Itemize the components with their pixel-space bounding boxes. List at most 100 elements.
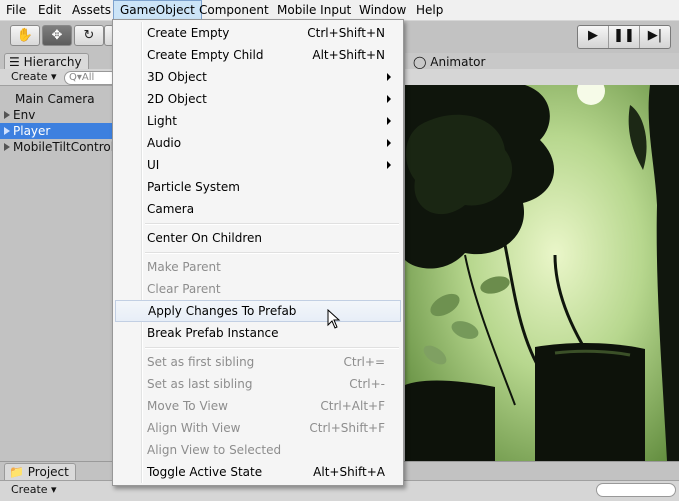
- project-tab-label: Project: [27, 465, 69, 479]
- menu-item-label: Move To View: [147, 399, 228, 413]
- move-icon: ✥: [51, 28, 63, 43]
- menu-item-shortcut: Ctrl+-: [349, 377, 385, 391]
- menu-item-set-last-sibling: Set as last sibling Ctrl+-: [115, 373, 401, 395]
- hierarchy-item-label: Env: [13, 108, 36, 122]
- hierarchy-item-mobile-tilt[interactable]: MobileTiltControll: [0, 139, 112, 155]
- hierarchy-item-label: Player: [13, 124, 51, 138]
- menu-item-label: Break Prefab Instance: [147, 326, 279, 340]
- menu-item-shortcut: Ctrl+=: [343, 355, 385, 369]
- menu-item-toggle-active-state[interactable]: Toggle Active State Alt+Shift+A: [115, 461, 401, 483]
- menu-item-shortcut: Ctrl+Shift+F: [309, 421, 385, 435]
- rotate-icon: ↻: [83, 28, 95, 43]
- menu-item-label: Apply Changes To Prefab: [148, 304, 297, 318]
- project-search-input[interactable]: [596, 483, 676, 497]
- mouse-cursor-icon: [327, 309, 341, 329]
- menu-window[interactable]: Window: [353, 0, 412, 20]
- menu-item-center-on-children[interactable]: Center On Children: [115, 227, 401, 249]
- rotate-tool-button[interactable]: ↻: [74, 25, 104, 46]
- menu-item-label: Clear Parent: [147, 282, 221, 296]
- tab-project[interactable]: 📁 Project: [4, 463, 76, 480]
- hierarchy-icon: ☰: [9, 55, 20, 69]
- menu-item-break-prefab-instance[interactable]: Break Prefab Instance: [115, 322, 401, 344]
- tab-animator[interactable]: ◯ Animator: [408, 53, 493, 70]
- animator-icon: ◯: [413, 55, 427, 69]
- menu-item-label: Light: [147, 114, 177, 128]
- menu-item-label: Center On Children: [147, 231, 262, 245]
- play-button[interactable]: ▶: [578, 26, 609, 48]
- menu-item-label: Camera: [147, 202, 195, 216]
- menu-file[interactable]: File: [0, 0, 32, 20]
- menu-item-label: 2D Object: [147, 92, 207, 106]
- menu-item-move-to-view: Move To View Ctrl+Alt+F: [115, 395, 401, 417]
- project-create-button[interactable]: Create ▾: [11, 483, 57, 496]
- menu-item-label: Create Empty: [147, 26, 230, 40]
- menu-gameobject[interactable]: GameObject: [113, 0, 202, 20]
- folder-icon: 📁: [9, 465, 24, 479]
- submenu-arrow-icon: [387, 73, 391, 81]
- menu-separator: [145, 347, 399, 349]
- menu-item-align-with-view: Align With View Ctrl+Shift+F: [115, 417, 401, 439]
- menu-item-label: Align With View: [147, 421, 241, 435]
- hierarchy-create-button[interactable]: Create ▾: [11, 70, 57, 83]
- menu-item-audio[interactable]: Audio: [115, 132, 401, 154]
- animator-tab-label: Animator: [430, 55, 486, 69]
- hierarchy-search-input[interactable]: Q▾All: [64, 71, 118, 85]
- hand-tool-button[interactable]: ✋: [10, 25, 40, 46]
- submenu-arrow-icon: [387, 139, 391, 147]
- menu-item-label: Toggle Active State: [147, 465, 263, 479]
- menu-item-particle-system[interactable]: Particle System: [115, 176, 401, 198]
- menu-item-shortcut: Alt+Shift+N: [312, 48, 385, 62]
- menu-item-label: UI: [147, 158, 160, 172]
- submenu-arrow-icon: [387, 161, 391, 169]
- menu-item-clear-parent: Clear Parent: [115, 278, 401, 300]
- menu-edit[interactable]: Edit: [32, 0, 67, 20]
- menu-item-make-parent: Make Parent: [115, 256, 401, 278]
- expand-arrow-icon[interactable]: [4, 143, 10, 151]
- menu-item-label: Audio: [147, 136, 182, 150]
- hierarchy-item-label: Main Camera: [15, 92, 95, 106]
- hierarchy-item-player[interactable]: Player: [0, 123, 112, 139]
- tab-hierarchy[interactable]: ☰ Hierarchy: [4, 53, 89, 70]
- expand-arrow-icon[interactable]: [4, 111, 10, 119]
- menu-mobile-input[interactable]: Mobile Input: [271, 0, 357, 20]
- create-label: Create: [11, 483, 48, 496]
- move-tool-button[interactable]: ✥: [42, 25, 72, 46]
- menu-item-light[interactable]: Light: [115, 110, 401, 132]
- hierarchy-item-env[interactable]: Env: [0, 107, 112, 123]
- gameobject-dropdown-menu: Create Empty Ctrl+Shift+N Create Empty Ch…: [112, 19, 404, 486]
- menu-item-shortcut: Ctrl+Alt+F: [320, 399, 385, 413]
- hierarchy-item-label: MobileTiltControll: [13, 140, 112, 154]
- hand-icon: ✋: [16, 28, 34, 43]
- menu-bar: File Edit Assets GameObject Component Mo…: [0, 0, 679, 21]
- menu-item-ui[interactable]: UI: [115, 154, 401, 176]
- submenu-arrow-icon: [387, 117, 391, 125]
- menu-item-2d-object[interactable]: 2D Object: [115, 88, 401, 110]
- menu-item-create-empty[interactable]: Create Empty Ctrl+Shift+N: [115, 22, 401, 44]
- pause-button[interactable]: ❚❚: [609, 26, 640, 48]
- hierarchy-item-main-camera[interactable]: Main Camera: [0, 91, 112, 107]
- menu-component[interactable]: Component: [193, 0, 275, 20]
- menu-separator: [145, 252, 399, 254]
- menu-help[interactable]: Help: [410, 0, 449, 20]
- menu-assets[interactable]: Assets: [66, 0, 117, 20]
- game-view[interactable]: [405, 85, 679, 461]
- menu-item-label: Particle System: [147, 180, 240, 194]
- menu-item-label: Set as first sibling: [147, 355, 255, 369]
- game-scene-art: [405, 85, 679, 461]
- step-button[interactable]: ▶|: [640, 26, 670, 48]
- menu-item-create-empty-child[interactable]: Create Empty Child Alt+Shift+N: [115, 44, 401, 66]
- menu-item-label: Align View to Selected: [147, 443, 282, 457]
- menu-item-label: Make Parent: [147, 260, 221, 274]
- play-controls: ▶ ❚❚ ▶|: [577, 25, 671, 49]
- create-label: Create: [11, 70, 48, 83]
- expand-arrow-icon[interactable]: [4, 127, 10, 135]
- menu-item-align-view-to-selected: Align View to Selected: [115, 439, 401, 461]
- menu-item-shortcut: Alt+Shift+A: [313, 465, 385, 479]
- submenu-arrow-icon: [387, 95, 391, 103]
- hierarchy-tab-label: Hierarchy: [23, 55, 82, 69]
- menu-item-apply-changes-to-prefab[interactable]: Apply Changes To Prefab: [115, 300, 401, 322]
- menu-item-camera[interactable]: Camera: [115, 198, 401, 220]
- menu-item-3d-object[interactable]: 3D Object: [115, 66, 401, 88]
- menu-separator: [145, 223, 399, 225]
- menu-item-label: 3D Object: [147, 70, 207, 84]
